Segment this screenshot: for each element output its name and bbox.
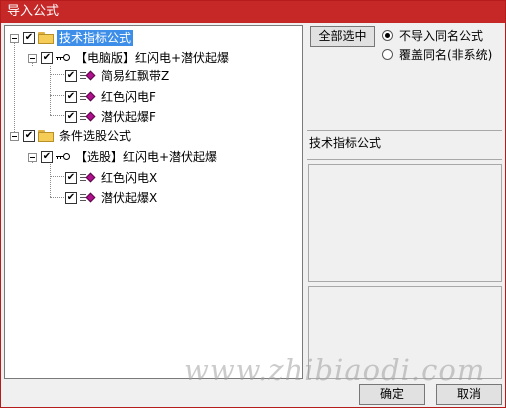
radio-no-import[interactable]: 不导入同名公式 (382, 27, 483, 43)
tree-node-stock-screening[interactable]: ✔ 条件选股公式 (10, 127, 133, 145)
formula-icon (80, 111, 96, 123)
radio-label: 不导入同名公式 (399, 28, 484, 43)
tree-node-label: 条件选股公式 (59, 129, 132, 143)
tree-line (50, 197, 64, 198)
watermark-text: www.zhibiaodi.com (184, 353, 486, 387)
tree-line (50, 74, 64, 75)
key-icon (56, 53, 70, 63)
tree-node-label: 技术指标公式 (57, 30, 134, 46)
info-label: 技术指标公式 (309, 136, 382, 150)
tree-leaf[interactable]: ✔ 潜伏起爆F (65, 108, 158, 126)
checkbox[interactable]: ✔ (23, 130, 35, 142)
tree-leaf-label: 简易红飘带Z (101, 69, 170, 83)
collapse-toggle[interactable] (28, 53, 37, 63)
folder-icon (38, 32, 54, 44)
formula-icon (80, 91, 96, 103)
checkbox[interactable]: ✔ (41, 151, 53, 163)
checkbox[interactable]: ✔ (65, 172, 77, 184)
radio-overwrite[interactable]: 覆盖同名(非系统) (382, 46, 492, 62)
tree-node-label: 【电脑版】红闪电+潜伏起爆 (75, 51, 230, 65)
radio-checked-icon[interactable] (382, 29, 393, 41)
tree-leaf[interactable]: ✔ 红色闪电X (65, 169, 159, 187)
formula-icon (80, 192, 96, 204)
tree-line (50, 115, 64, 116)
folder-icon (38, 130, 54, 142)
formula-icon (80, 70, 96, 82)
window-title: 导入公式 (7, 4, 60, 19)
tree-leaf[interactable]: ✔ 潜伏起爆X (65, 189, 159, 207)
collapse-toggle[interactable] (10, 131, 19, 141)
info-panel: 技术指标公式 (307, 130, 502, 160)
formula-tree[interactable]: ✔ 技术指标公式 ✔ 【电脑版】红闪电+潜伏起爆 ✔ 简易红飘带Z ✔ 红色闪电… (4, 25, 303, 379)
tree-leaf[interactable]: ✔ 简易红飘带Z (65, 67, 171, 85)
tree-node-screening-version[interactable]: ✔ 【选股】红闪电+潜伏起爆 (28, 148, 219, 166)
checkbox[interactable]: ✔ (65, 111, 77, 123)
tree-line (50, 95, 64, 96)
checkbox[interactable]: ✔ (41, 52, 53, 64)
tree-node-label: 【选股】红闪电+潜伏起爆 (75, 150, 218, 164)
tree-line (50, 164, 51, 197)
title-bar: 导入公式 (1, 1, 505, 23)
tree-line (50, 176, 64, 177)
import-formula-dialog: 导入公式 ✔ 技术指标公式 ✔ 【电脑版】红闪电+潜伏起爆 ✔ 简易红飘带Z ✔… (0, 0, 506, 408)
ok-button[interactable]: 确定 (359, 384, 425, 405)
radio-label: 覆盖同名(非系统) (399, 47, 493, 62)
checkbox[interactable]: ✔ (65, 192, 77, 204)
tree-node-pc-version[interactable]: ✔ 【电脑版】红闪电+潜伏起爆 (28, 49, 231, 67)
tree-leaf-label: 潜伏起爆X (101, 191, 158, 205)
formula-icon (80, 172, 96, 184)
tree-leaf-label: 潜伏起爆F (101, 110, 156, 124)
description-panel (308, 164, 502, 282)
checkbox[interactable]: ✔ (23, 32, 35, 44)
checkbox[interactable]: ✔ (65, 70, 77, 82)
collapse-toggle[interactable] (10, 33, 19, 43)
key-icon (56, 152, 70, 162)
tree-leaf-label: 红色闪电X (101, 171, 158, 185)
radio-unchecked-icon[interactable] (382, 48, 393, 60)
tree-leaf-label: 红色闪电F (101, 90, 156, 104)
tree-node-technical-indicators[interactable]: ✔ 技术指标公式 (10, 29, 134, 47)
checkbox[interactable]: ✔ (65, 91, 77, 103)
select-all-button[interactable]: 全部选中 (310, 26, 375, 47)
collapse-toggle[interactable] (28, 152, 37, 162)
tree-line (14, 40, 15, 136)
tree-leaf[interactable]: ✔ 红色闪电F (65, 88, 158, 106)
cancel-button[interactable]: 取消 (436, 384, 502, 405)
